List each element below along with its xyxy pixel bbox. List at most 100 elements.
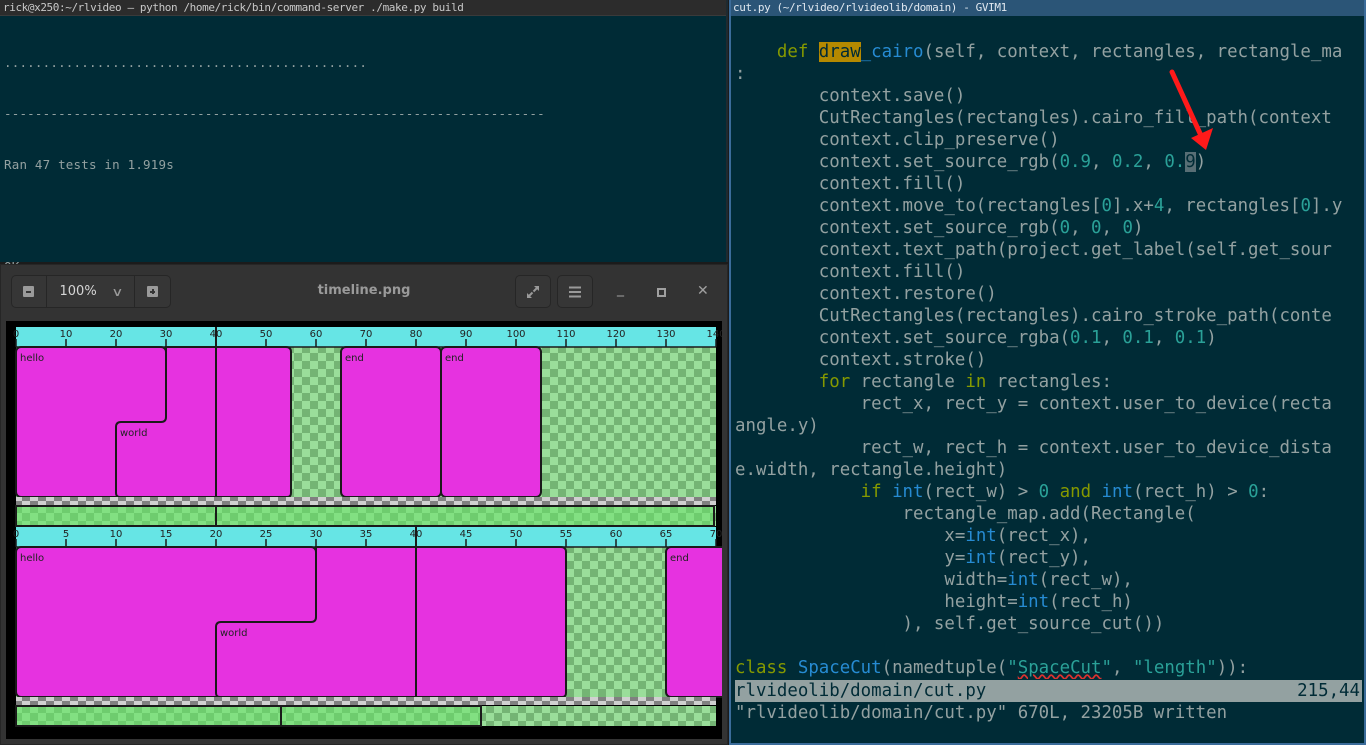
code-token: ), self.get_source_cut()) xyxy=(735,614,1165,634)
code-line[interactable]: rect_w, rect_h = context.user_to_device_… xyxy=(735,437,1364,459)
code-token: (self, context, rectangles, rectangle_ma xyxy=(923,42,1343,62)
clip-label: hello xyxy=(20,553,44,564)
code-token: 0.2 xyxy=(1111,152,1144,172)
code-token: (namedtuple( xyxy=(881,658,1008,678)
code-line[interactable]: context.set_source_rgb(0.9, 0.2, 0.9) xyxy=(735,151,1364,173)
terminal-titlebar: rick@x250:~/rlvideo — python /home/rick/… xyxy=(0,0,726,16)
code-token: (rect_x), xyxy=(996,526,1091,546)
code-line[interactable]: ), self.get_source_cut()) xyxy=(735,613,1364,635)
code-token: ].y xyxy=(1310,196,1343,216)
ruler-tick-label: 45 xyxy=(460,529,473,540)
code-token: SpaceCut xyxy=(797,658,882,678)
text-cursor: 9 xyxy=(1185,152,1196,172)
code-token: context.set_source_rgba( xyxy=(735,328,1071,348)
code-token: rectangle xyxy=(850,372,966,392)
code-line[interactable]: context.set_source_rgba(0.1, 0.1, 0.1) xyxy=(735,327,1364,349)
ruler-tick-label: 80 xyxy=(410,329,423,340)
code-token: def xyxy=(776,42,819,62)
ruler-tick-label: 15 xyxy=(160,529,173,540)
code-line[interactable]: height=int(rect_h) xyxy=(735,591,1364,613)
code-line[interactable]: context.save() xyxy=(735,85,1364,107)
clip-label: end xyxy=(445,353,464,364)
image-viewer-window[interactable]: 100% ∨ timeline.png _ ✕ 0 10 20 30 50 60… xyxy=(0,264,728,745)
ruler-tick-label: 10 xyxy=(110,529,123,540)
code-token: if xyxy=(860,482,882,502)
code-token: 0.1 xyxy=(1070,328,1102,348)
close-button[interactable]: ✕ xyxy=(697,283,709,299)
code-token: 0 xyxy=(1248,482,1259,502)
fullscreen-button[interactable] xyxy=(515,275,551,308)
code-token: context.move_to(rectangles[ xyxy=(735,196,1102,216)
vim-command-line[interactable]: "rlvideolib/domain/cut.py" 670L, 23205B … xyxy=(735,702,1227,724)
code-token: " xyxy=(1007,658,1018,678)
ruler-tick-label: 55 xyxy=(560,529,573,540)
menu-button[interactable] xyxy=(557,275,593,308)
code-line[interactable]: y=int(rect_y), xyxy=(735,547,1364,569)
code-token: : xyxy=(735,64,746,84)
image-canvas[interactable]: 0102030405060708090100110120130140hellow… xyxy=(6,321,722,739)
clip-label: end xyxy=(345,353,364,364)
ruler-tick-label: 0 xyxy=(13,529,19,540)
code-token: CutRectangles(rectangles).cairo_fill_pat… xyxy=(735,108,1332,128)
audio-segment xyxy=(215,505,715,527)
code-token: int xyxy=(965,526,997,546)
code-line[interactable]: rectangle_map.add(Rectangle( xyxy=(735,503,1364,525)
terminal-line: ​ xyxy=(4,207,726,224)
code-line[interactable]: context.move_to(rectangles[0].x+4, recta… xyxy=(735,195,1364,217)
gvim-window[interactable]: cut.py (~/rlvideo/rlvideolib/domain) - G… xyxy=(729,0,1366,745)
code-line[interactable]: for rectangle in rectangles: xyxy=(735,371,1364,393)
ruler-tick-label: 25 xyxy=(260,529,273,540)
code-token: (rect_w) > xyxy=(923,482,1039,502)
ruler-tick-label: 60 xyxy=(610,529,623,540)
code-line[interactable]: context.restore() xyxy=(735,283,1364,305)
ruler-tick-label: 5 xyxy=(63,529,69,540)
code-line[interactable]: context.text_path(project.get_label(self… xyxy=(735,239,1364,261)
code-line[interactable]: angle.y) xyxy=(735,415,1364,437)
code-token: height= xyxy=(735,592,1018,612)
code-token: ) xyxy=(1206,328,1217,348)
ruler-tick-label: 120 xyxy=(606,329,625,340)
code-token: context.set_source_rgb( xyxy=(735,152,1060,172)
ruler-tick-label: 60 xyxy=(310,329,323,340)
code-token: 0. xyxy=(1164,152,1186,172)
code-line[interactable]: x=int(rect_x), xyxy=(735,525,1364,547)
terminal-window[interactable]: rick@x250:~/rlvideo — python /home/rick/… xyxy=(0,0,728,326)
code-token: int xyxy=(965,548,997,568)
code-token: 0 xyxy=(1059,218,1071,238)
code-token: (rect_w), xyxy=(1038,570,1133,590)
minimize-button[interactable]: _ xyxy=(617,281,624,297)
code-token: _cairo xyxy=(860,42,924,62)
code-token: ].x+ xyxy=(1111,196,1154,216)
code-line[interactable]: context.set_source_rgb(0, 0, 0) xyxy=(735,217,1364,239)
code-line[interactable]: context.fill() xyxy=(735,173,1364,195)
code-line[interactable]: class SpaceCut(namedtuple("SpaceCut", "l… xyxy=(735,657,1364,679)
code-line[interactable]: if int(rect_w) > 0 and int(rect_h) > 0: xyxy=(735,481,1364,503)
code-line[interactable]: context.fill() xyxy=(735,261,1364,283)
code-line[interactable]: width=int(rect_w), xyxy=(735,569,1364,591)
code-token: ) xyxy=(1132,218,1144,238)
code-token: context.restore() xyxy=(735,284,997,304)
code-line[interactable]: rect_x, rect_y = context.user_to_device(… xyxy=(735,393,1364,415)
code-line[interactable]: context.stroke() xyxy=(735,349,1364,371)
code-token: , rectangles[ xyxy=(1164,196,1301,216)
code-line[interactable] xyxy=(735,635,1364,657)
ruler-tick-label: 0 xyxy=(13,329,19,340)
code-line[interactable]: CutRectangles(rectangles).cairo_fill_pat… xyxy=(735,107,1364,129)
ruler-tick-label: 30 xyxy=(310,529,323,540)
code-line[interactable]: : xyxy=(735,63,1364,85)
code-token: e.width, rectangle.height) xyxy=(735,460,1008,480)
code-token: CutRectangles(rectangles).cairo_stroke_p… xyxy=(735,306,1332,326)
code-line[interactable]: def draw_cairo(self, context, rectangles… xyxy=(735,41,1364,63)
vim-statusline: rlvideolib/domain/cut.py 215,44 xyxy=(735,680,1362,702)
code-token: rect_x, rect_y = context.user_to_device(… xyxy=(735,394,1332,414)
code-line[interactable]: context.clip_preserve() xyxy=(735,129,1364,151)
maximize-button[interactable] xyxy=(657,288,666,297)
code-token: context.stroke() xyxy=(735,350,987,370)
code-editor[interactable]: def draw_cairo(self, context, rectangles… xyxy=(735,41,1364,679)
code-line[interactable]: e.width, rectangle.height) xyxy=(735,459,1364,481)
code-line[interactable]: CutRectangles(rectangles).cairo_stroke_p… xyxy=(735,305,1364,327)
code-token: 0.1 xyxy=(1174,328,1207,348)
ruler-tick-label: 110 xyxy=(556,329,575,340)
